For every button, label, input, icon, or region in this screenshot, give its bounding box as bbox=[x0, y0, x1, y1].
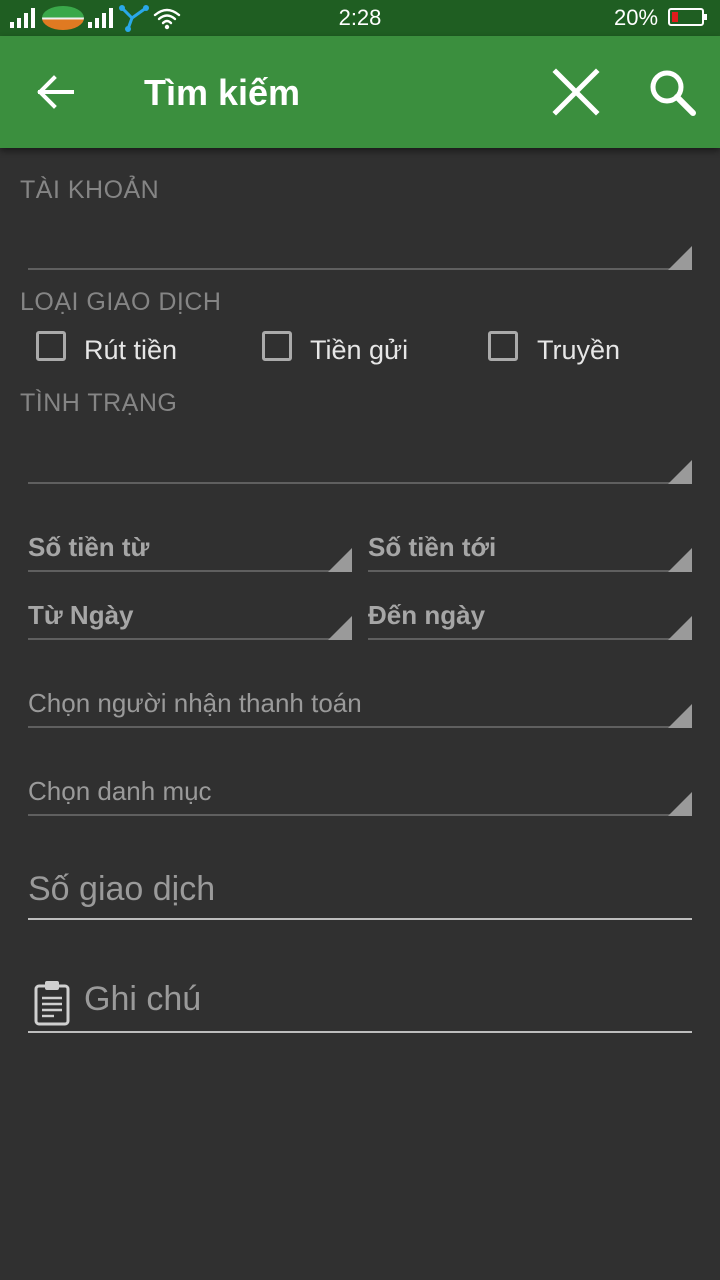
spinner-underline bbox=[28, 482, 692, 484]
status-bar: 2:28 20% bbox=[0, 0, 720, 36]
page-title: Tìm kiếm bbox=[144, 72, 301, 113]
spinner-underline bbox=[28, 814, 692, 816]
dropdown-arrow-icon bbox=[668, 704, 692, 728]
amount-to-label: Số tiền tới bbox=[368, 532, 497, 562]
dropdown-arrow-icon bbox=[668, 460, 692, 484]
clock: 2:28 bbox=[338, 5, 382, 30]
dropdown-arrow-icon bbox=[328, 548, 352, 572]
category-spinner[interactable]: Chọn danh mục bbox=[28, 772, 692, 818]
date-from-label: Từ Ngày bbox=[28, 600, 134, 630]
close-icon[interactable] bbox=[552, 68, 600, 116]
transfer-checkbox[interactable] bbox=[488, 331, 518, 361]
note-placeholder: Ghi chú bbox=[84, 980, 202, 1018]
date-to-spinner[interactable]: Đến ngày bbox=[368, 596, 692, 642]
dropdown-arrow-icon bbox=[668, 792, 692, 816]
amount-to-spinner[interactable]: Số tiền tới bbox=[368, 528, 692, 574]
deposit-label[interactable]: Tiền gửi bbox=[310, 335, 408, 366]
input-underline bbox=[28, 918, 692, 920]
back-arrow-icon[interactable] bbox=[36, 74, 76, 110]
status-spinner[interactable] bbox=[28, 434, 692, 486]
search-icon[interactable] bbox=[648, 68, 696, 116]
withdraw-label[interactable]: Rút tiền bbox=[84, 335, 177, 366]
dropdown-arrow-icon bbox=[668, 548, 692, 572]
spinner-underline bbox=[28, 268, 692, 270]
payee-spinner[interactable]: Chọn người nhận thanh toán bbox=[28, 684, 692, 730]
app-bar: Tìm kiếm bbox=[0, 36, 720, 148]
dropdown-arrow-icon bbox=[668, 616, 692, 640]
status-label: TÌNH TRẠNG bbox=[20, 389, 178, 417]
battery-percent: 20% bbox=[614, 5, 659, 30]
payee-placeholder: Chọn người nhận thanh toán bbox=[28, 688, 362, 718]
account-spinner[interactable] bbox=[28, 220, 692, 272]
dropdown-arrow-icon bbox=[328, 616, 352, 640]
date-to-label: Đến ngày bbox=[368, 600, 486, 630]
clipboard-icon bbox=[34, 981, 70, 1026]
input-underline bbox=[28, 1031, 692, 1033]
spinner-underline bbox=[368, 570, 692, 572]
transaction-number-field[interactable]: Số giao dịch bbox=[0, 860, 720, 922]
transfer-label[interactable]: Truyền bbox=[537, 335, 620, 366]
withdraw-checkbox[interactable] bbox=[36, 331, 66, 361]
spinner-underline bbox=[368, 638, 692, 640]
amount-from-label: Số tiền từ bbox=[28, 532, 150, 562]
spinner-underline bbox=[28, 570, 352, 572]
deposit-checkbox[interactable] bbox=[262, 331, 292, 361]
amount-from-spinner[interactable]: Số tiền từ bbox=[28, 528, 352, 574]
note-field[interactable]: Ghi chú bbox=[0, 970, 720, 1036]
dropdown-arrow-icon bbox=[668, 246, 692, 270]
category-placeholder: Chọn danh mục bbox=[28, 776, 212, 806]
battery-icon bbox=[668, 8, 707, 26]
account-label: TÀI KHOẢN bbox=[20, 176, 160, 204]
transaction-number-placeholder: Số giao dịch bbox=[28, 870, 216, 908]
transaction-type-label: LOẠI GIAO DỊCH bbox=[20, 288, 222, 316]
date-from-spinner[interactable]: Từ Ngày bbox=[28, 596, 352, 642]
spinner-underline bbox=[28, 638, 352, 640]
spinner-underline bbox=[28, 726, 692, 728]
